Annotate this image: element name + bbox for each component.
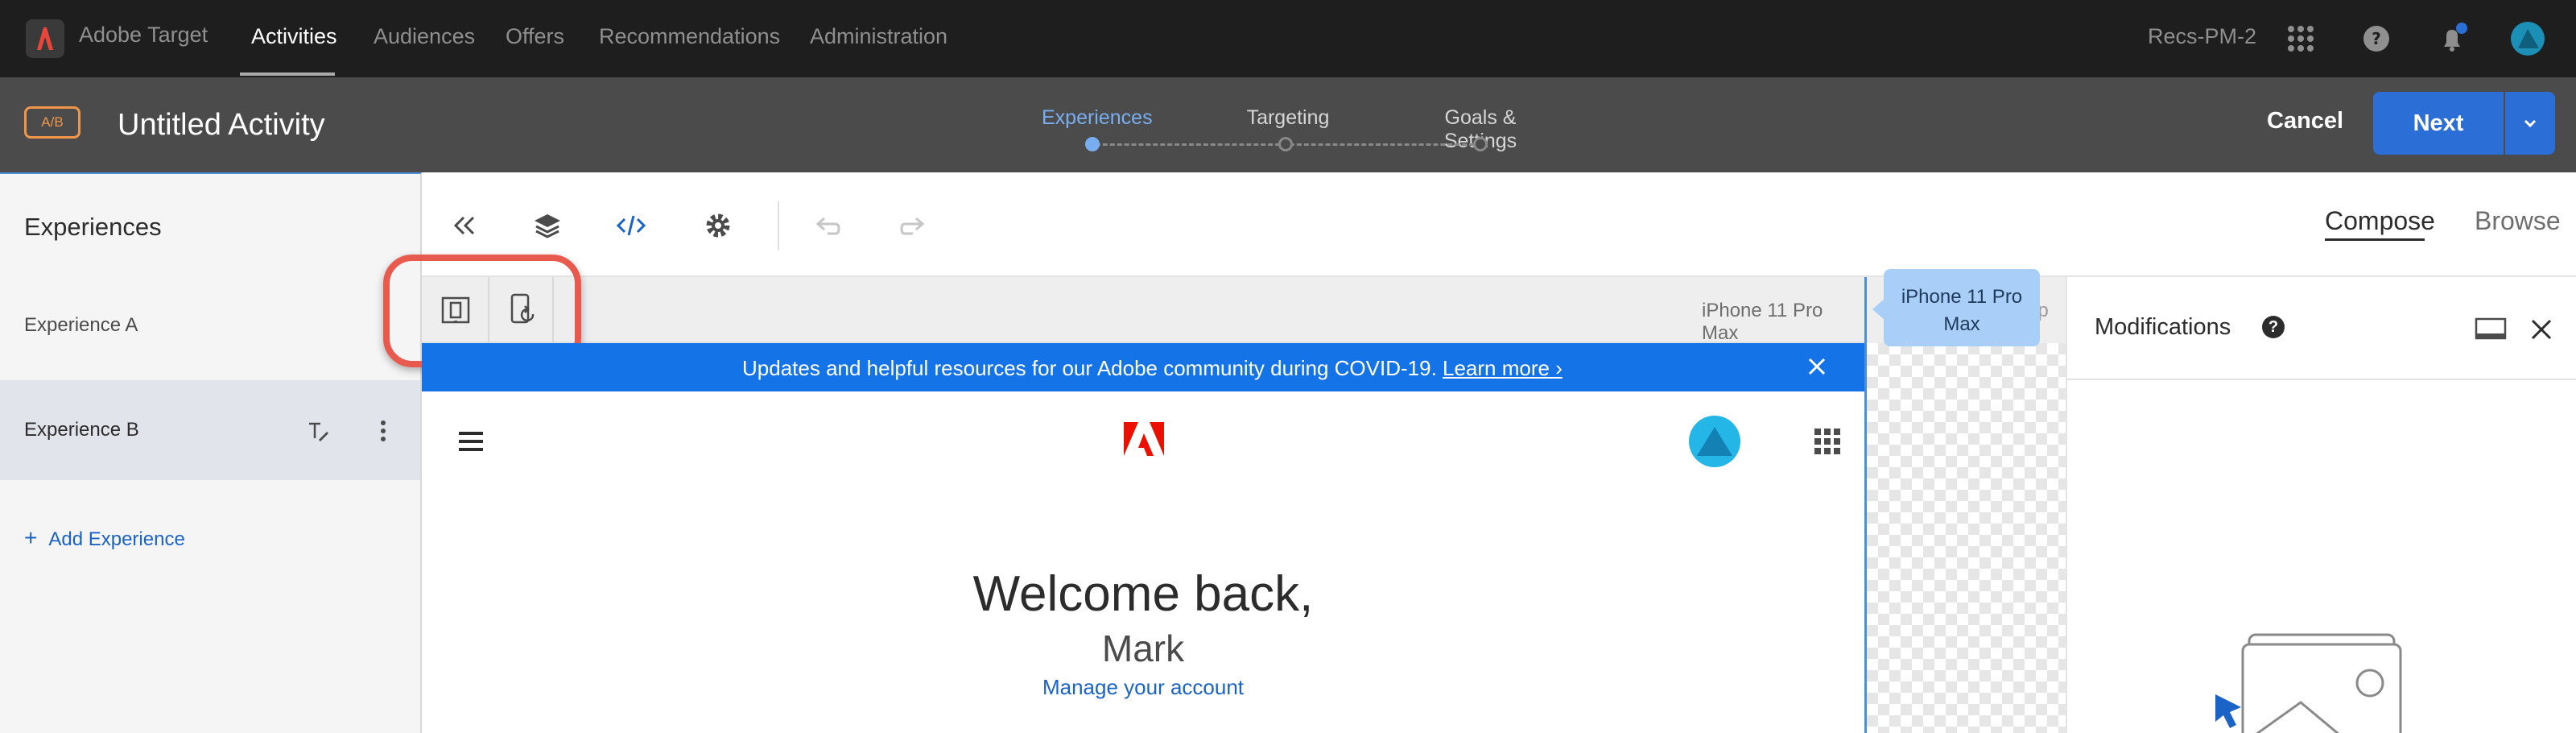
welcome-user-name: Mark	[1101, 627, 1185, 669]
activity-type-badge: A/B	[24, 106, 80, 139]
avatar[interactable]	[1689, 416, 1740, 467]
activity-title[interactable]: Untitled Activity	[118, 108, 325, 143]
welcome-heading: Welcome back,	[972, 566, 1314, 622]
toolbar-divider	[778, 201, 779, 250]
monitor-icon[interactable]	[2475, 317, 2507, 342]
device-name-label: iPhone 11 Pro Max	[1702, 300, 1823, 344]
step-dot-goals	[1473, 137, 1488, 151]
org-switcher[interactable]: Recs-PM-2	[2148, 24, 2256, 49]
covid-banner: Updates and helpful resources for our Ad…	[422, 343, 1864, 391]
page-preview[interactable]: Updates and helpful resources for our Ad…	[422, 343, 1864, 733]
nav-activities[interactable]: Activities	[251, 24, 337, 49]
activity-header: A/B Untitled Activity Experiences Target…	[0, 77, 2576, 172]
add-experience-link[interactable]: + Add Experience	[24, 525, 185, 551]
edit-text-icon[interactable]	[306, 419, 332, 445]
more-options-icon[interactable]	[374, 417, 393, 445]
editor-toolbar	[422, 174, 2576, 277]
manage-account-link[interactable]: Manage your account	[422, 675, 1864, 700]
nav-offers[interactable]: Offers	[506, 24, 564, 49]
step-dot-targeting	[1278, 137, 1293, 151]
apps-grid-icon[interactable]	[1813, 427, 1842, 456]
modifications-panel: Modifications ?	[2066, 277, 2576, 733]
apps-grid-icon[interactable]	[2283, 21, 2318, 56]
close-icon[interactable]	[1806, 356, 1827, 377]
step-dot-experiences	[1085, 137, 1100, 151]
undo-icon[interactable]	[811, 209, 844, 242]
help-icon[interactable]: ?	[2262, 316, 2285, 338]
sidebar-title: Experiences	[24, 213, 162, 241]
modifications-header: Modifications ?	[2067, 277, 2576, 380]
next-dropdown-button[interactable]	[2505, 92, 2555, 155]
modifications-title: Modifications	[2095, 314, 2231, 340]
help-circle-icon[interactable]: ?	[2359, 21, 2394, 56]
nav-active-indicator	[240, 72, 335, 76]
layers-icon[interactable]	[531, 209, 564, 242]
next-button[interactable]: Next	[2373, 92, 2504, 155]
empty-state-illustration-icon	[2212, 614, 2421, 733]
sidebar-item-experience-b[interactable]: Experience B	[0, 380, 420, 480]
add-experience-label: Add Experience	[48, 528, 185, 550]
settings-gear-icon[interactable]	[702, 209, 734, 242]
tab-browse[interactable]: Browse	[2475, 206, 2561, 236]
hamburger-menu-icon[interactable]	[457, 430, 485, 453]
notifications-bell-icon[interactable]	[2434, 21, 2470, 56]
plus-icon: +	[24, 525, 38, 550]
nav-administration[interactable]: Administration	[810, 24, 947, 49]
step-experiences[interactable]: Experiences	[1042, 106, 1153, 130]
step-targeting[interactable]: Targeting	[1240, 106, 1336, 130]
code-editor-icon[interactable]	[615, 209, 647, 242]
svg-text:?: ?	[2372, 29, 2381, 48]
banner-text: Updates and helpful resources for our Ad…	[742, 356, 1563, 381]
user-avatar-icon[interactable]	[2510, 21, 2545, 56]
adobe-logo-icon[interactable]	[26, 19, 64, 58]
learn-more-link[interactable]: Learn more ›	[1443, 356, 1563, 380]
app-title[interactable]: Adobe Target	[79, 23, 208, 48]
collapse-panel-icon[interactable]	[448, 209, 480, 242]
tab-compose[interactable]: Compose	[2325, 206, 2435, 236]
nav-recommendations[interactable]: Recommendations	[599, 24, 780, 49]
sidebar-item-label: Experience A	[24, 314, 138, 336]
tab-compose-underline	[2325, 238, 2425, 241]
sidebar-item-experience-a[interactable]: Experience A	[0, 279, 420, 379]
nav-audiences[interactable]: Audiences	[374, 24, 475, 49]
viewport-overflow-area	[1864, 343, 2066, 733]
banner-message: Updates and helpful resources for our Ad…	[742, 356, 1443, 380]
cancel-button[interactable]: Cancel	[2267, 108, 2343, 135]
device-tooltip: iPhone 11 Pro Max	[1884, 269, 2040, 346]
redo-icon[interactable]	[897, 209, 929, 242]
device-bar: iPhone 11 Pro Max	[422, 277, 1864, 344]
global-header: Adobe Target Activities Audiences Offers…	[0, 0, 2576, 77]
sidebar-item-label: Experience B	[24, 419, 139, 441]
adobe-logo-icon[interactable]	[1122, 420, 1166, 459]
close-icon[interactable]	[2529, 317, 2553, 342]
